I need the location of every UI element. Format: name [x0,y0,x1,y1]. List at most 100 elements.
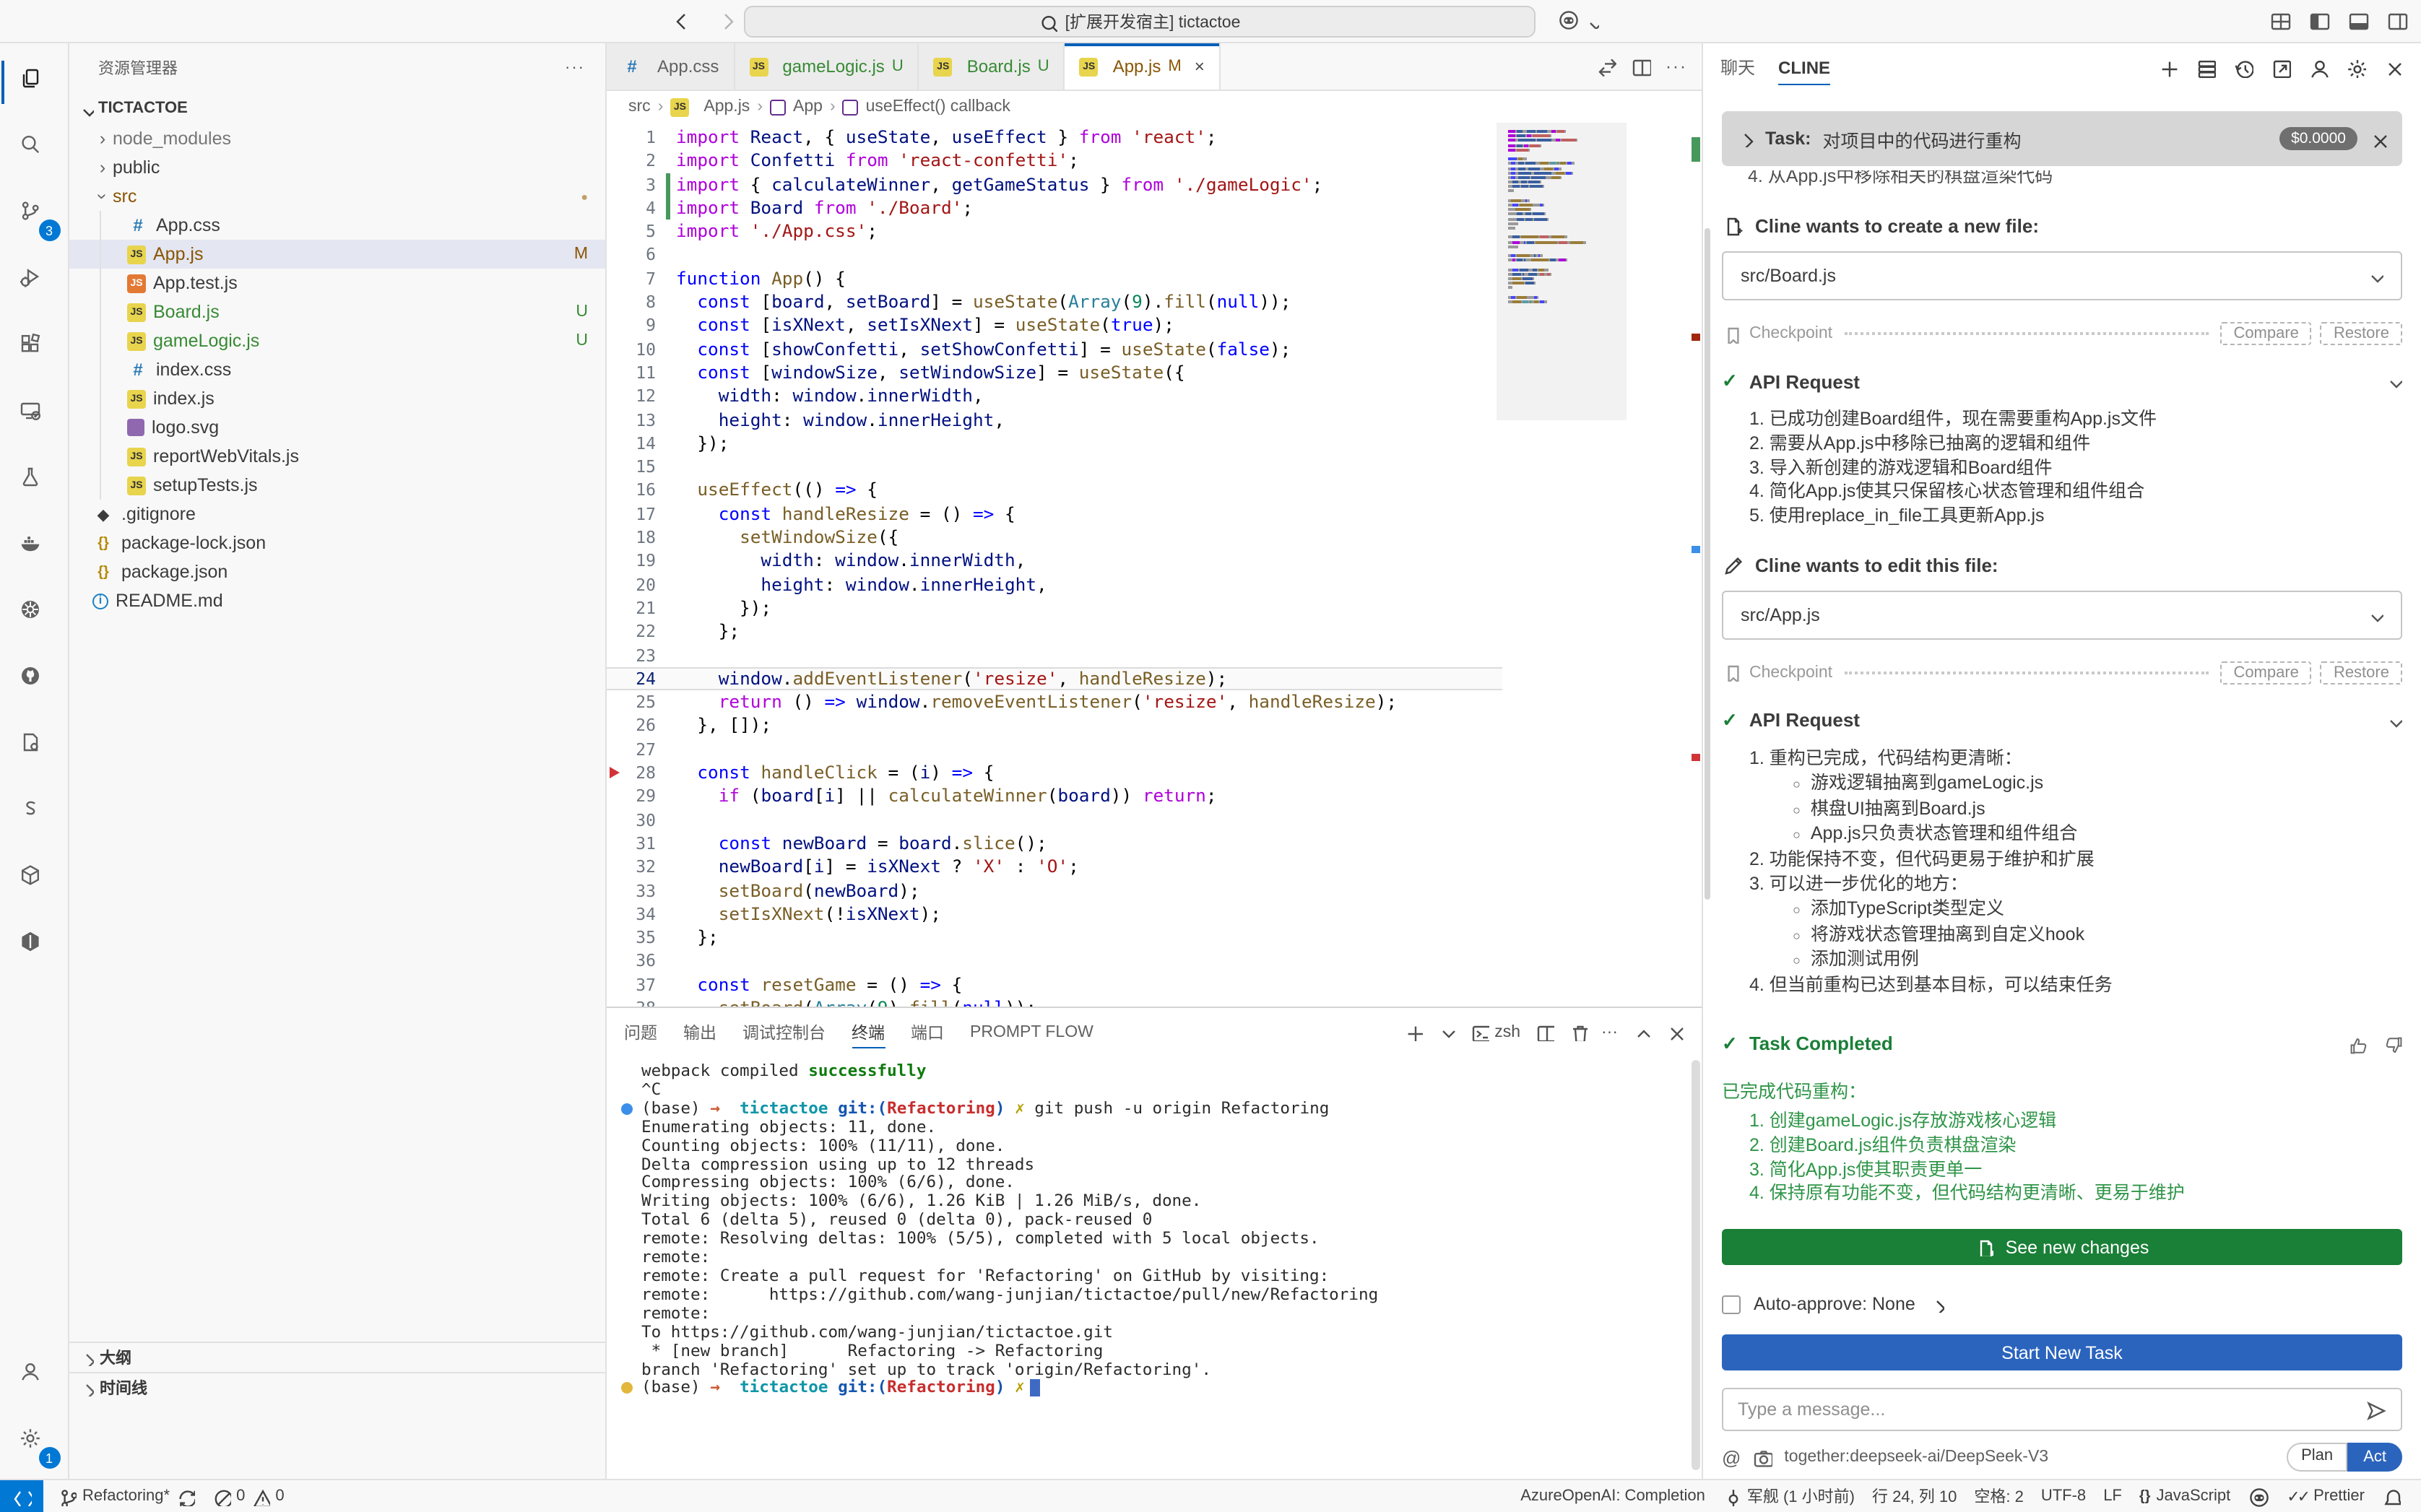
create-file-path-dropdown[interactable]: src/Board.js [1722,251,2402,300]
mongodb-icon[interactable] [1,913,67,979]
search-icon[interactable] [1,116,67,182]
panel-tab-问题[interactable]: 问题 [624,1008,657,1056]
cline-account-icon[interactable] [2308,57,2329,77]
file-row-.gitignore[interactable]: ◆.gitignore [69,500,605,529]
file-row-package-lock.json[interactable]: {}package-lock.json [69,529,605,557]
send-icon[interactable] [2365,1399,2386,1420]
toggle-panel-icon[interactable] [2347,10,2370,33]
file-row-logo.svg[interactable]: logo.svg [69,413,605,442]
docker-icon[interactable] [1,514,67,581]
timeline-section[interactable]: 时间线 [69,1372,605,1402]
completion-status[interactable]: AzureOpenAI: Completion [1512,1480,1714,1512]
file-row-node_modules[interactable]: ›node_modules [69,124,605,153]
file-row-package.json[interactable]: {}package.json [69,557,605,586]
camera-icon[interactable] [1752,1447,1772,1467]
breadcrumb-item[interactable]: useEffect() callback [866,98,1010,116]
minimap[interactable] [1505,129,1612,303]
tab-cline[interactable]: CLINE [1778,43,1830,91]
copilot-status-icon[interactable] [2239,1480,2278,1512]
cline-new-task-icon[interactable] [2158,57,2178,77]
plan-toggle[interactable]: Plan [2287,1443,2347,1472]
panel-tab-端口[interactable]: 端口 [911,1008,944,1056]
tab-chat[interactable]: 聊天 [1720,43,1755,91]
maximize-panel-icon[interactable] [1632,1022,1651,1041]
new-terminal-icon[interactable] [1403,1022,1422,1041]
toggle-sidebar-icon[interactable] [2308,10,2331,33]
breadcrumb-item[interactable]: App [793,98,823,116]
encoding[interactable]: UTF-8 [2032,1480,2095,1512]
dev-container-icon[interactable] [1,713,67,780]
file-row-gameLogic.js[interactable]: JSgameLogic.jsU [69,326,605,355]
terminal-profile-dropdown-icon[interactable] [1437,1022,1455,1041]
panel-tab-PROMPT FLOW[interactable]: PROMPT FLOW [970,1008,1093,1056]
cline-close-icon[interactable] [2383,57,2404,77]
accounts-icon[interactable] [1,1343,67,1409]
extensions-icon[interactable] [1,315,67,381]
api-request-1[interactable]: ✓ API Request [1722,370,2402,393]
breadcrumb[interactable]: src›JSApp.js›App›useEffect() callback [607,91,1702,123]
file-row-reportWebVitals.js[interactable]: JSreportWebVitals.js [69,442,605,471]
customize-layout-icon[interactable] [2269,10,2292,33]
act-toggle[interactable]: Act [2347,1443,2402,1472]
source-control-icon[interactable]: 3 [1,182,67,248]
problems-status[interactable]: 0 0 [203,1480,293,1512]
settings-sync-status[interactable]: 军舰 (1 小时前) [1714,1480,1863,1512]
run-debug-icon[interactable] [1,248,67,315]
file-row-index.css[interactable]: #index.css [69,355,605,384]
breadcrumb-item[interactable]: src [628,98,651,116]
kubernetes-icon[interactable] [1,581,67,647]
cline-open-in-editor-icon[interactable] [2271,57,2291,77]
panel-tab-终端[interactable]: 终端 [852,1008,885,1056]
command-center-search[interactable]: [扩展开发宿主] tictactoe [744,6,1536,38]
toggle-secondary-sidebar-icon[interactable] [2386,10,2409,33]
settings-gear-icon[interactable]: 1 [1,1409,67,1476]
eol[interactable]: LF [2095,1480,2131,1512]
auto-approve-checkbox[interactable] [1722,1295,1741,1313]
outline-section[interactable]: 大纲 [69,1342,605,1372]
auto-approve-row[interactable]: Auto-approve: None [1722,1294,2402,1314]
kill-terminal-icon[interactable] [1568,1022,1587,1041]
editor-more-icon[interactable]: ··· [1666,56,1687,77]
thumbs-up-icon[interactable] [2347,1034,2368,1054]
start-new-task-button[interactable]: Start New Task [1722,1334,2402,1370]
file-row-App.test.js[interactable]: JSApp.test.js [69,269,605,297]
task-header[interactable]: Task: 对项目中的代码进行重构 $0.0000 [1722,111,2402,166]
file-row-App.css[interactable]: #App.css [69,211,605,240]
compare-button[interactable]: Compare [2220,661,2312,685]
extension-cube-icon[interactable] [1,846,67,913]
thumbs-down-icon[interactable] [2382,1034,2402,1054]
cline-scrollbar[interactable] [1705,228,1710,900]
formatter-status[interactable]: ✓✓Prettier [2278,1480,2373,1512]
remote-explorer-icon[interactable] [1,381,67,448]
split-terminal-icon[interactable] [1535,1022,1554,1041]
panel-more-icon[interactable]: ··· [1601,1023,1618,1040]
breadcrumb-item[interactable]: App.js [703,98,750,116]
tab-gameLogic.js[interactable]: JSgameLogic.jsU [735,43,919,90]
file-row-App.js[interactable]: JSApp.jsM [69,240,605,269]
code-editor[interactable]: 1import React, { useState, useEffect } f… [607,123,1702,1007]
open-changes-icon[interactable] [1596,56,1616,77]
github-icon[interactable] [1,647,67,713]
sqltools-icon[interactable] [1,780,67,846]
file-row-Board.js[interactable]: JSBoard.jsU [69,297,605,326]
task-close-icon[interactable] [2369,129,2388,148]
tab-App.css[interactable]: #App.css [607,43,735,90]
explorer-more-icon[interactable]: ··· [565,59,585,77]
terminal-scrollbar[interactable] [1692,1060,1700,1470]
cline-history-icon[interactable] [2233,57,2253,77]
tab-App.js[interactable]: JSApp.jsM× [1065,43,1221,90]
split-editor-icon[interactable] [1631,56,1651,77]
cursor-position[interactable]: 行 24, 列 10 [1863,1480,1965,1512]
indentation[interactable]: 空格: 2 [1965,1480,2032,1512]
file-row-setupTests.js[interactable]: JSsetupTests.js [69,471,605,500]
testing-icon[interactable] [1,448,67,514]
project-root-row[interactable]: TICTACTOE [69,92,605,124]
restore-button[interactable]: Restore [2321,661,2402,685]
language-mode[interactable]: {}JavaScript [2131,1480,2239,1512]
cline-settings-icon[interactable] [2346,57,2366,77]
compare-button[interactable]: Compare [2220,322,2312,345]
file-row-README.md[interactable]: iREADME.md [69,586,605,615]
panel-tab-调试控制台[interactable]: 调试控制台 [742,1008,826,1056]
mention-icon[interactable]: @ [1722,1446,1741,1468]
api-request-2[interactable]: ✓ API Request [1722,709,2402,732]
